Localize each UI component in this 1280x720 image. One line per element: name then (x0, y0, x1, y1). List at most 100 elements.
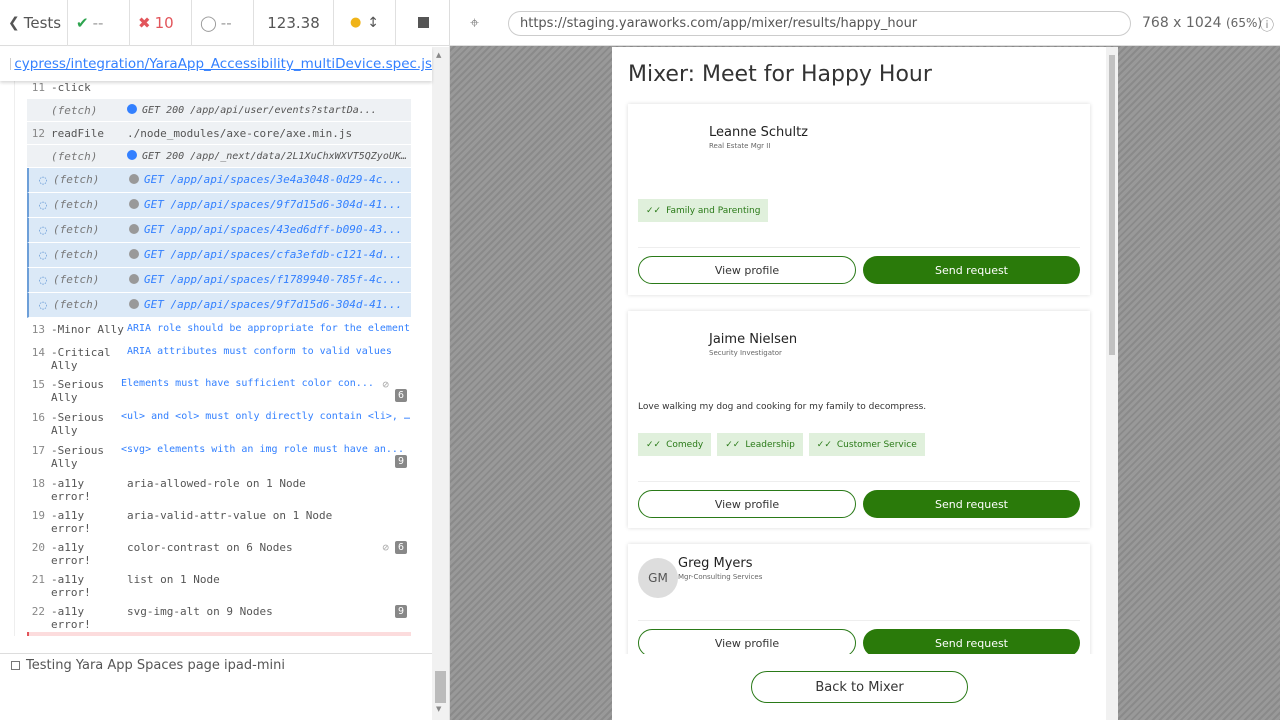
count-badge: 6 (394, 541, 407, 554)
app-viewport: Mixer: Meet for Happy Hour Leanne Schult… (612, 47, 1118, 720)
command-message: <ul> and <ol> must only directly contain… (121, 411, 411, 422)
scroll-down-icon: ▼ (436, 705, 442, 713)
command-name: (fetch) (53, 273, 100, 286)
back-to-mixer-button[interactable]: Back to Mixer (751, 671, 968, 703)
command-log-row[interactable]: 13 -Minor Ally ARIA role should be appropr… (27, 318, 411, 341)
command-log-row[interactable]: 23-assert5 accessibility violations were… (27, 632, 411, 636)
runner-panel: ❮ Tests ✔ -- ✖ 10 ◯ -- 123.38 ● ↕ cypres… (0, 0, 450, 720)
command-message: GET /app/api/spaces/f1789940-785f-4c... (129, 273, 411, 292)
command-log-row[interactable]: (fetch) GET 200 /app/api/user/events?star… (27, 99, 411, 122)
command-name: -Critical Ally (51, 346, 111, 372)
command-name: readFile (51, 127, 104, 140)
command-log-row[interactable]: 19 -a11y error! aria-valid-attr-value on 1… (27, 504, 411, 536)
command-name: (fetch) (53, 223, 100, 236)
command-log-row[interactable]: ◌ (fetch) GET /app/api/spaces/43ed6dff-b09… (27, 218, 411, 243)
status-dot-icon (129, 274, 139, 284)
person-card: Leanne Schultz Real Estate Mgr II ✓✓ Fami… (628, 104, 1090, 295)
checkbox-icon (11, 661, 20, 670)
view-profile-button[interactable]: View profile (638, 256, 856, 284)
crosshair-icon[interactable]: ⌖ (470, 13, 479, 33)
send-request-button[interactable]: Send request (863, 490, 1080, 518)
command-message: <svg> elements with an img role must hav… (121, 444, 404, 455)
command-log-row[interactable]: 16 -Serious Ally <ul> and <ol> must only d… (27, 406, 411, 439)
person-card: GM Greg Myers Mgr-Consulting Services Vi… (628, 544, 1090, 664)
command-message: ARIA role should be appropriate for the … (127, 323, 410, 334)
command-log-row[interactable]: 17 -Serious Ally <svg> elements with an im… (27, 439, 411, 472)
command-log-row[interactable]: 18 -a11y error! aria-allowed-role on 1 Nod… (27, 472, 411, 504)
row-number: 19 (31, 509, 45, 522)
divider (638, 620, 1080, 621)
scroll-thumb[interactable] (1109, 55, 1115, 355)
eye-off-icon: ⊘ (382, 541, 389, 554)
command-log-row[interactable]: 22 -a11y error! svg-img-alt on 9 Nodes 9 (27, 600, 411, 632)
command-name: (fetch) (53, 298, 100, 311)
person-role: Mgr-Consulting Services (678, 573, 763, 581)
view-profile-button[interactable]: View profile (638, 629, 856, 657)
command-message (127, 81, 411, 98)
url-input[interactable]: https://staging.yaraworks.com/app/mixer/… (508, 11, 1131, 36)
command-log-row[interactable]: ◌ (fetch) GET /app/api/spaces/9f7d15d6-304… (27, 193, 411, 218)
app-scrollbar[interactable] (1106, 47, 1118, 720)
page-title: Mixer: Meet for Happy Hour (628, 62, 932, 87)
info-icon[interactable]: ⓘ (1260, 15, 1274, 35)
row-number: 15 (31, 378, 45, 391)
divider (638, 247, 1080, 248)
command-name: (fetch) (53, 198, 100, 211)
command-message: GET /app/api/spaces/9f7d15d6-304d-41... (129, 298, 411, 317)
command-message: aria-allowed-role on 1 Node (127, 477, 306, 490)
status-dot-icon (129, 174, 139, 184)
person-bio: Love walking my dog and cooking for my f… (638, 402, 927, 412)
x-icon: ✖ (138, 13, 151, 32)
command-log-row[interactable]: 14 -Critical Ally ARIA attributes must con… (27, 341, 411, 373)
command-log-row[interactable]: 15 -Serious Ally Elements must have suffic… (27, 373, 411, 406)
command-message: svg-img-alt on 9 Nodes (127, 605, 273, 618)
footer-bar: Back to Mixer (612, 654, 1106, 720)
status-dot-icon (129, 299, 139, 309)
view-profile-button[interactable]: View profile (638, 490, 856, 518)
double-check-icon: ✓✓ (725, 439, 741, 450)
scroll-up-icon: ▲ (436, 51, 442, 59)
command-log-row[interactable]: ◌ (fetch) GET /app/api/spaces/9f7d15d6-304… (27, 293, 411, 318)
row-number: 13 (31, 323, 45, 336)
command-name: -a11y error! (51, 477, 91, 503)
command-message: Elements must have sufficient color con.… (121, 378, 374, 389)
command-log-row[interactable]: 21 -a11y error! list on 1 Node (27, 568, 411, 600)
next-test-item[interactable]: Testing Yara App Spaces page ipad-mini (11, 658, 285, 673)
command-log-scrollbar[interactable]: ▲ ▼ (432, 47, 449, 720)
duration: 123.38 (254, 0, 334, 46)
send-request-button[interactable]: Send request (863, 629, 1080, 657)
count-badge: 9 (394, 455, 407, 468)
command-message: GET 200 /app/_next/data/2L1XuChxWXVT5QZy… (127, 150, 411, 167)
interest-tag: ✓✓ Comedy (638, 433, 712, 456)
spinner-icon: ◌ (39, 173, 47, 188)
command-name: -a11y error! (51, 573, 91, 599)
status-dot-icon (127, 104, 137, 114)
tests-back-button[interactable]: ❮ Tests (0, 0, 68, 46)
send-request-button[interactable]: Send request (863, 256, 1080, 284)
command-message: GET /app/api/spaces/9f7d15d6-304d-41... (129, 198, 411, 217)
command-name: (fetch) (53, 248, 100, 261)
command-log-row[interactable]: ◌ (fetch) GET /app/api/spaces/f1789940-785… (27, 268, 411, 293)
person-name: Leanne Schultz (709, 125, 808, 140)
command-log-row[interactable]: 12 readFile ./node_modules/axe-core/axe.mi… (27, 122, 411, 145)
command-log-row[interactable]: (fetch) GET 200 /app/_next/data/2L1XuChxW… (27, 145, 411, 168)
eye-off-icon: ⊘ (382, 378, 389, 391)
command-log-row[interactable]: 20 -a11y error! color-contrast on 6 Nodes ⊘… (27, 536, 411, 568)
stop-button[interactable] (396, 0, 450, 46)
auto-scroll-toggle[interactable]: ● ↕ (334, 0, 396, 46)
spinner-icon: ◌ (39, 273, 47, 288)
spinner-icon: ◌ (39, 198, 47, 213)
scroll-thumb[interactable] (435, 671, 446, 703)
spinner-icon: ◌ (39, 248, 47, 263)
double-check-icon: ✓✓ (646, 205, 662, 216)
person-role: Real Estate Mgr II (709, 142, 771, 150)
row-number: 16 (31, 411, 45, 424)
interest-tag: ✓✓ Leadership (717, 433, 803, 456)
status-dot-icon (129, 249, 139, 259)
command-name: (fetch) (53, 173, 100, 186)
command-log-row[interactable]: ◌ (fetch) GET /app/api/spaces/3e4a3048-0d2… (27, 168, 411, 193)
command-message: GET 200 /app/api/user/events?startDa... (127, 104, 411, 121)
command-log-row[interactable]: ◌ (fetch) GET /app/api/spaces/cfa3efdb-c12… (27, 243, 411, 268)
spec-file-link[interactable]: cypress/integration/YaraApp_Accessibilit… (14, 56, 432, 72)
double-check-icon: ✓✓ (646, 439, 662, 450)
